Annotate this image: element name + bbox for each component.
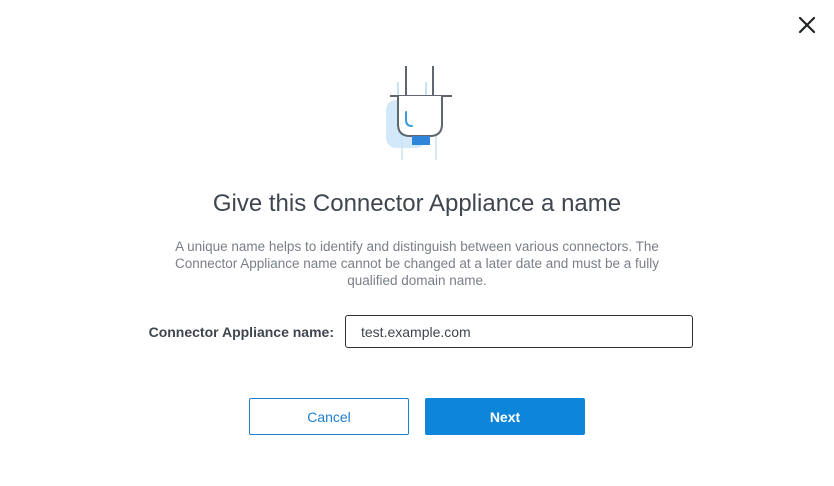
connector-name-dialog: Give this Connector Appliance a name A u… xyxy=(0,0,834,486)
connector-name-input[interactable] xyxy=(345,315,693,348)
close-icon xyxy=(798,16,816,34)
connector-name-label: Connector Appliance name: xyxy=(148,324,334,340)
plug-icon xyxy=(386,66,452,160)
dialog-description: A unique name helps to identify and dist… xyxy=(174,239,660,288)
cancel-button[interactable]: Cancel xyxy=(249,398,409,435)
plug-illustration xyxy=(378,62,458,162)
dialog-title: Give this Connector Appliance a name xyxy=(212,190,622,217)
close-button[interactable] xyxy=(796,14,818,36)
next-button[interactable]: Next xyxy=(425,398,585,435)
